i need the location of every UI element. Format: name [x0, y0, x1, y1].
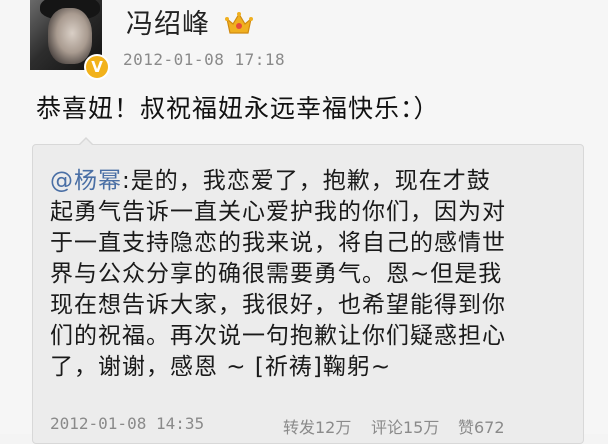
comment-count-button[interactable]: 评论15万: [371, 414, 439, 438]
repost-line-text: :是的，我恋爱了，抱歉，现在才鼓: [122, 168, 491, 194]
repost-footer: 2012-01-08 14:35 转发12万 评论15万 赞672: [50, 414, 590, 437]
repost-line: @杨幂:是的，我恋爱了，抱歉，现在才鼓: [50, 166, 550, 197]
username[interactable]: 冯绍峰: [126, 8, 210, 42]
verified-badge-icon: V: [84, 54, 110, 80]
crown-icon: [225, 12, 253, 34]
like-count-button[interactable]: 赞672: [458, 414, 505, 438]
repost-line: 现在想告诉大家，我很好，也希望能得到你: [50, 292, 506, 318]
forward-count-button[interactable]: 转发12万: [283, 414, 351, 438]
repost-line: 了，谢谢，感恩 ~ [祈祷]鞠躬~: [50, 354, 392, 380]
repost-text: @杨幂:是的，我恋爱了，抱歉，现在才鼓 起勇气告诉一直关心爱护我的你们，因为对 …: [50, 166, 550, 383]
repost-timestamp: 2012-01-08 14:35: [50, 414, 205, 433]
repost-line: 起勇气告诉一直关心爱护我的你们，因为对: [50, 199, 506, 225]
repost-line: 于一直支持隐恋的我来说，将自己的感情世: [50, 230, 506, 256]
mention-link[interactable]: @杨幂: [50, 168, 122, 194]
weibo-post: V 冯绍峰 2012-01-08 17:18 恭喜妞！叔祝福妞永远幸福快乐：） …: [0, 0, 608, 444]
repost-line: 界与公众分享的确很需要勇气。恩~但是我: [50, 261, 503, 287]
repost-line: 们的祝福。再次说一句抱歉让你们疑惑担心: [50, 323, 506, 349]
post-timestamp: 2012-01-08 17:18: [123, 50, 286, 69]
repost-arrow-inner: [79, 139, 93, 146]
post-text: 恭喜妞！叔祝福妞永远幸福快乐：）: [36, 94, 440, 123]
avatar-face: [48, 8, 92, 64]
